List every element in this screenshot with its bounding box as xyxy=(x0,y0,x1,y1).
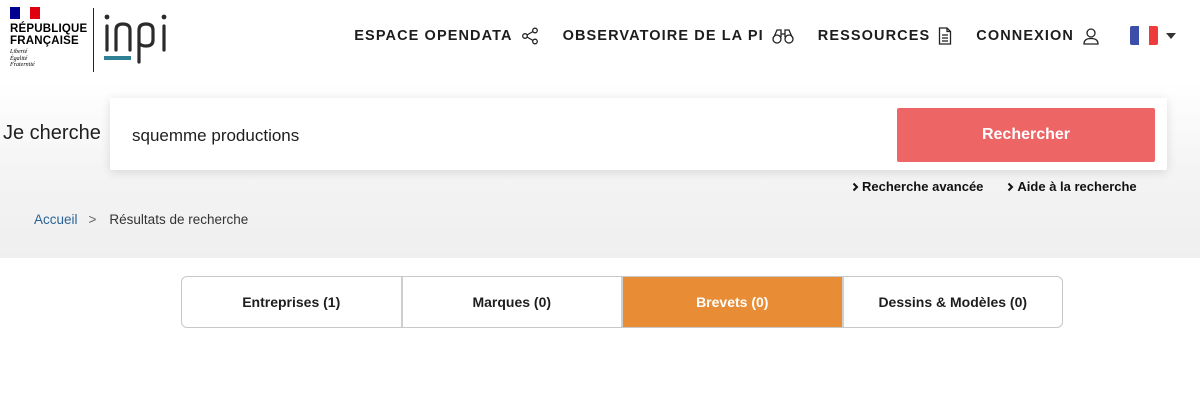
result-tabs: Entreprises (1) Marques (0) Brevets (0) … xyxy=(181,276,1063,328)
chevron-down-icon xyxy=(1166,32,1176,39)
tab-marques[interactable]: Marques (0) xyxy=(403,277,623,327)
nav-label-connexion: CONNEXION xyxy=(976,27,1074,44)
nav-ressources[interactable]: RESSOURCES xyxy=(817,26,953,45)
inpi-logo[interactable] xyxy=(101,6,181,66)
nav-observatoire[interactable]: OBSERVATOIRE DE LA PI xyxy=(563,28,794,44)
breadcrumb-current: Résultats de recherche xyxy=(109,212,249,227)
breadcrumb-home[interactable]: Accueil xyxy=(34,212,78,227)
gov-motto: Liberté Égalité Fraternité xyxy=(10,49,90,69)
user-icon xyxy=(1082,27,1100,45)
advanced-search-label: Recherche avancée xyxy=(862,179,984,194)
breadcrumb-separator: > xyxy=(88,212,97,227)
logo-divider xyxy=(93,8,94,72)
binoculars-icon xyxy=(772,28,794,44)
search-section: Je cherche Rechercher Recherche avancée … xyxy=(0,82,1200,258)
nav-label-ressources: RESSOURCES xyxy=(817,27,931,44)
share-nodes-icon xyxy=(521,27,539,45)
nav-label-observatoire: OBSERVATOIRE DE LA PI xyxy=(562,27,764,44)
motto-fraternite: Fraternité xyxy=(10,62,35,68)
tab-entreprises[interactable]: Entreprises (1) xyxy=(182,277,403,327)
document-icon xyxy=(938,26,952,45)
search-label: Je cherche xyxy=(3,122,101,144)
search-help-links: Recherche avancée Aide à la recherche xyxy=(852,179,1137,194)
language-selector[interactable] xyxy=(1130,26,1176,45)
main-nav: ESPACE OPENDATA OBSERVATOIRE DE LA PI RE… xyxy=(354,26,1176,45)
nav-label-opendata: ESPACE OPENDATA xyxy=(354,27,513,44)
french-flag-icon xyxy=(1130,26,1158,45)
search-button[interactable]: Rechercher xyxy=(897,108,1155,162)
search-help-label: Aide à la recherche xyxy=(1017,179,1137,194)
breadcrumb: Accueil > Résultats de recherche xyxy=(34,212,248,227)
nav-connexion[interactable]: CONNEXION xyxy=(976,27,1100,45)
advanced-search-link[interactable]: Recherche avancée xyxy=(852,179,983,194)
search-help-link[interactable]: Aide à la recherche xyxy=(1007,179,1137,194)
tab-dessins-modeles[interactable]: Dessins & Modèles (0) xyxy=(844,277,1063,327)
search-card: Rechercher xyxy=(110,98,1167,170)
tab-brevets[interactable]: Brevets (0) xyxy=(623,277,844,327)
republique-francaise-logo[interactable]: RÉPUBLIQUE FRANÇAISE Liberté Égalité Fra… xyxy=(10,7,90,69)
nav-espace-opendata[interactable]: ESPACE OPENDATA xyxy=(354,27,538,45)
marianne-flag-icon xyxy=(10,7,40,19)
search-input[interactable] xyxy=(130,118,874,154)
gov-name-line1: RÉPUBLIQUE xyxy=(10,23,88,35)
chevron-right-icon xyxy=(1007,182,1014,192)
gov-name-line2: FRANÇAISE xyxy=(10,35,79,47)
chevron-right-icon xyxy=(852,182,859,192)
site-header: RÉPUBLIQUE FRANÇAISE Liberté Égalité Fra… xyxy=(0,0,1200,82)
